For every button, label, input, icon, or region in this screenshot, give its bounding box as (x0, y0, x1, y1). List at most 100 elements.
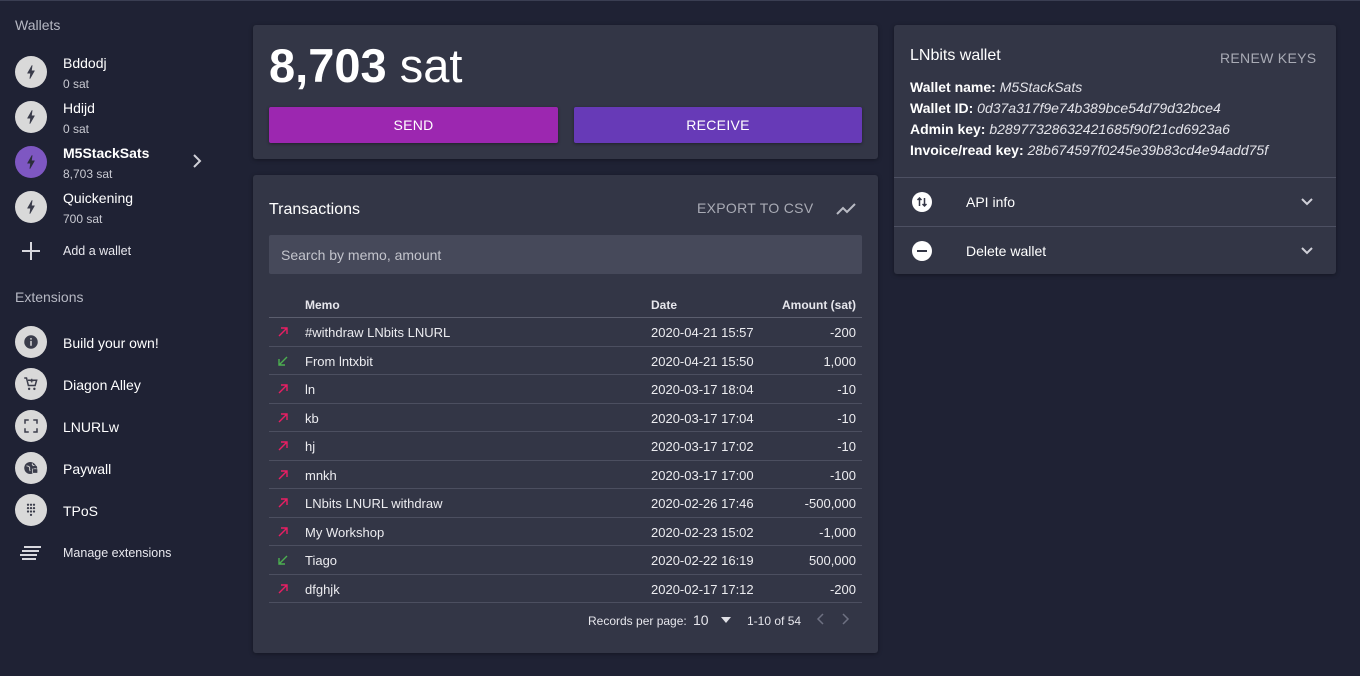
tx-memo: hj (305, 439, 316, 454)
records-per-page-select[interactable]: 10 (693, 612, 709, 628)
tx-date: 2020-02-23 15:02 (651, 524, 754, 540)
extension-item-lnurlw[interactable]: LNURLw (0, 406, 240, 446)
tx-memo: mnkh (305, 467, 337, 483)
trending-up-icon[interactable] (835, 199, 857, 217)
arrow-incoming-icon (278, 356, 288, 366)
balance-amount: 8,703 (269, 39, 387, 92)
extension-item-build-your-own[interactable]: Build your own! (0, 322, 240, 362)
wallet-balance: 8,703 sat (63, 167, 113, 181)
tx-date: 2020-02-17 17:12 (651, 581, 754, 597)
invoice-key-field: Invoice/read key: 28b674597f0245e39b83cd… (910, 142, 1268, 158)
tx-amount: -200 (829, 581, 856, 597)
field-value: 28b674597f0245e39b83cd4e94add75f (1027, 142, 1269, 158)
wallet-item-hdijd[interactable]: Hdijd 0 sat (0, 95, 240, 140)
table-row[interactable]: From lntxbit 2020-04-21 15:50 1,000 (269, 347, 862, 375)
tx-memo: #withdraw LNbits LNURL (305, 325, 451, 340)
transaction-search[interactable] (269, 235, 862, 274)
sort-lines-icon (20, 546, 41, 560)
bolt-icon (27, 155, 35, 169)
table-row[interactable]: My Workshop 2020-02-23 15:02 -1,000 (269, 518, 862, 546)
wallet-item-quickening[interactable]: Quickening 700 sat (0, 185, 240, 230)
tx-date: 2020-03-17 17:00 (651, 467, 754, 483)
field-label: Admin key: (910, 121, 986, 137)
delete-wallet-expander[interactable]: Delete wallet (894, 226, 1336, 275)
wallet-balance: 700 sat (63, 212, 103, 226)
tx-date: 2020-03-17 17:02 (651, 439, 754, 454)
admin-key-field: Admin key: b28977328632421685f90f21cd692… (910, 121, 1230, 137)
table-row[interactable]: mnkh 2020-03-17 17:00 -100 (269, 461, 862, 489)
add-wallet-button[interactable]: Add a wallet (0, 237, 240, 267)
wallet-name: Quickening (63, 190, 134, 206)
receive-button[interactable]: RECEIVE (574, 107, 862, 143)
tx-amount: -100 (829, 467, 856, 483)
extension-label: Build your own! (63, 335, 159, 351)
extension-avatar (15, 494, 47, 526)
search-input[interactable] (269, 235, 862, 274)
table-row[interactable]: #withdraw LNbits LNURL 2020-04-21 15:57 -2… (269, 318, 862, 347)
extension-item-paywall[interactable]: Paywall (0, 448, 240, 488)
wallet-avatar (15, 56, 47, 88)
manage-extensions-button[interactable]: Manage extensions (0, 540, 240, 566)
wallet-name: M5StackSats (63, 145, 150, 161)
pagination: Records per page: 10 1-10 of 54 (269, 605, 862, 635)
balance-unit: sat (399, 39, 463, 92)
arrow-outgoing-icon (278, 441, 288, 451)
chevron-down-icon (1301, 247, 1313, 255)
balance-card: 8,703 sat SEND RECEIVE (253, 25, 878, 159)
field-label: Wallet ID: (910, 100, 974, 116)
table-row[interactable]: hj 2020-03-17 17:02 -10 (269, 432, 862, 461)
wallet-item-m5stacksats[interactable]: M5StackSats 8,703 sat (0, 140, 240, 185)
tx-amount: -500,000 (804, 496, 856, 511)
arrow-outgoing-icon (278, 412, 288, 422)
chevron-left-icon[interactable] (816, 612, 826, 626)
minus-circle-icon (912, 241, 932, 261)
wallet-id-field: Wallet ID: 0d37a317f9e74b389bce54d79d32b… (910, 100, 1221, 116)
table-row[interactable]: LNbits LNURL withdraw 2020-02-26 17:46 -50… (269, 489, 862, 518)
extension-avatar (15, 326, 47, 358)
wallet-info-card: LNbits wallet RENEW KEYS Wallet name: M5… (894, 25, 1336, 274)
globe-lock-icon (24, 462, 39, 474)
caret-down-icon[interactable] (721, 617, 731, 623)
send-button[interactable]: SEND (269, 107, 558, 143)
wallet-avatar (15, 146, 47, 178)
extension-item-diagon-alley[interactable]: Diagon Alley (0, 364, 240, 404)
wallet-avatar (15, 191, 47, 223)
api-info-expander[interactable]: API info (894, 177, 1336, 226)
wallet-balance: 0 sat (63, 77, 90, 91)
bolt-icon (27, 200, 35, 214)
bolt-icon (27, 110, 35, 124)
transactions-title: Transactions (269, 201, 360, 218)
wallet-item-bddodj[interactable]: Bddodj 0 sat (0, 50, 240, 95)
table-row[interactable]: dfghjk 2020-02-17 17:12 -200 (269, 575, 862, 603)
field-value: M5StackSats (999, 79, 1083, 95)
field-label: Wallet name: (910, 79, 996, 95)
cart-icon (24, 377, 38, 391)
wallets-title: Wallets (15, 17, 61, 33)
column-header-date[interactable]: Date (651, 298, 677, 312)
wallet-info-title: LNbits wallet (910, 47, 1001, 64)
tx-date: 2020-03-17 18:04 (651, 382, 754, 397)
arrow-outgoing-icon (278, 498, 288, 508)
column-header-memo[interactable]: Memo (305, 298, 340, 312)
table-row[interactable]: ln 2020-03-17 18:04 -10 (269, 375, 862, 404)
tx-memo: LNbits LNURL withdraw (305, 496, 443, 511)
tx-amount: -10 (837, 439, 856, 454)
export-csv-button[interactable]: EXPORT TO CSV (697, 200, 813, 216)
chevron-right-icon[interactable] (840, 612, 850, 626)
wallet-name-field: Wallet name: M5StackSats (910, 79, 1082, 95)
tx-date: 2020-02-26 17:46 (651, 496, 754, 511)
table-row[interactable]: Tiago 2020-02-22 16:19 500,000 (269, 546, 862, 575)
extension-avatar (15, 410, 47, 442)
extension-label: Paywall (63, 461, 112, 477)
balance-display: 8,703 sat (269, 40, 462, 92)
column-header-amount[interactable]: Amount (sat) (782, 298, 856, 312)
extension-item-tpos[interactable]: TPoS (0, 490, 240, 530)
arrow-outgoing-icon (278, 327, 288, 337)
transactions-card: Transactions EXPORT TO CSV Memo Date Amo… (253, 175, 878, 653)
renew-keys-button[interactable]: RENEW KEYS (1220, 50, 1316, 66)
tx-date: 2020-03-17 17:04 (651, 410, 754, 426)
table-row[interactable]: kb 2020-03-17 17:04 -10 (269, 404, 862, 432)
wallet-name: Hdijd (63, 100, 95, 116)
tx-memo: ln (305, 382, 316, 397)
tx-amount: 500,000 (809, 553, 856, 568)
